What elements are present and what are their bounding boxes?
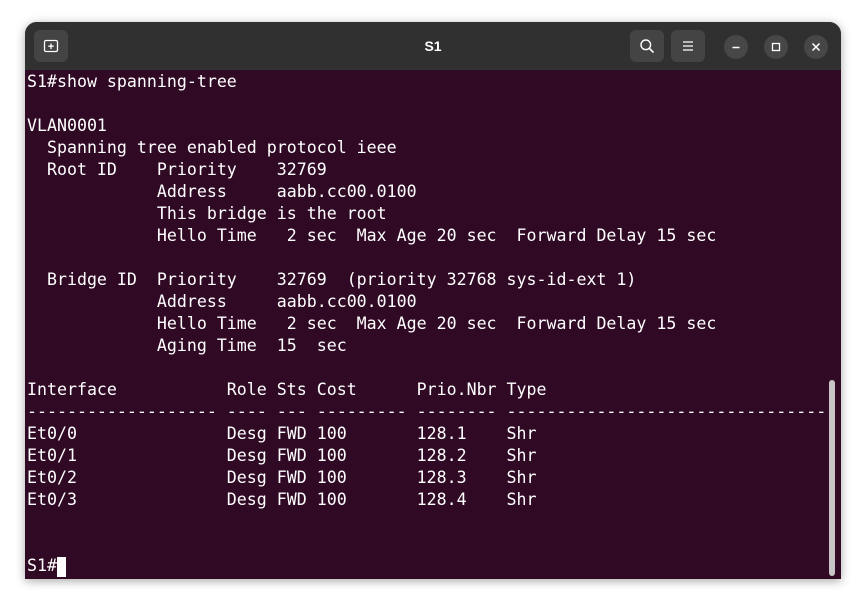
terminal-line: ------------------- ---- --- --------- -…: [27, 402, 827, 421]
terminal-line: Et0/2 Desg FWD 100 128.3 Shr: [27, 468, 537, 487]
terminal-line: Et0/3 Desg FWD 100 128.4 Shr: [27, 490, 537, 509]
terminal-line: Root ID Priority 32769: [27, 160, 327, 179]
text-cursor: [57, 557, 66, 577]
title-bar: S1: [25, 22, 841, 70]
search-button[interactable]: [630, 30, 664, 62]
terminal-line: This bridge is the root: [27, 204, 387, 223]
window-title: S1: [424, 38, 442, 54]
minimize-icon: [732, 46, 740, 49]
menu-button[interactable]: [671, 30, 705, 62]
hamburger-menu-icon: [683, 41, 693, 51]
maximize-button[interactable]: [764, 35, 788, 59]
terminal-line: Address aabb.cc00.0100: [27, 182, 417, 201]
terminal-output: S1#show spanning-tree VLAN0001 Spanning …: [27, 71, 826, 511]
close-button[interactable]: [804, 35, 828, 59]
terminal-line: Aging Time 15 sec: [27, 336, 347, 355]
terminal-line: VLAN0001: [27, 116, 107, 135]
terminal-line: Spanning tree enabled protocol ieee: [27, 138, 397, 157]
scrollbar[interactable]: [829, 380, 835, 576]
terminal-line: Interface Role Sts Cost Prio.Nbr Type: [27, 380, 547, 399]
terminal-line: Hello Time 2 sec Max Age 20 sec Forward …: [27, 226, 717, 245]
maximize-icon: [771, 42, 781, 52]
search-icon: [640, 39, 654, 53]
close-icon: [811, 42, 821, 52]
terminal-line: Hello Time 2 sec Max Age 20 sec Forward …: [27, 314, 717, 333]
terminal-line: Bridge ID Priority 32769 (priority 32768…: [27, 270, 637, 289]
terminal-line: Address aabb.cc00.0100: [27, 292, 417, 311]
terminal-output-area[interactable]: S1#show spanning-tree VLAN0001 Spanning …: [25, 70, 841, 579]
terminal-line: Et0/0 Desg FWD 100 128.1 Shr: [27, 424, 537, 443]
terminal-line: S1#show spanning-tree: [27, 72, 237, 91]
command-prompt[interactable]: S1#: [27, 555, 57, 577]
terminal-line: Et0/1 Desg FWD 100 128.2 Shr: [27, 446, 537, 465]
terminal-window: S1 S1#show spanning-tree VLAN0001 Spanni…: [25, 22, 841, 579]
minimize-button[interactable]: [724, 35, 748, 59]
